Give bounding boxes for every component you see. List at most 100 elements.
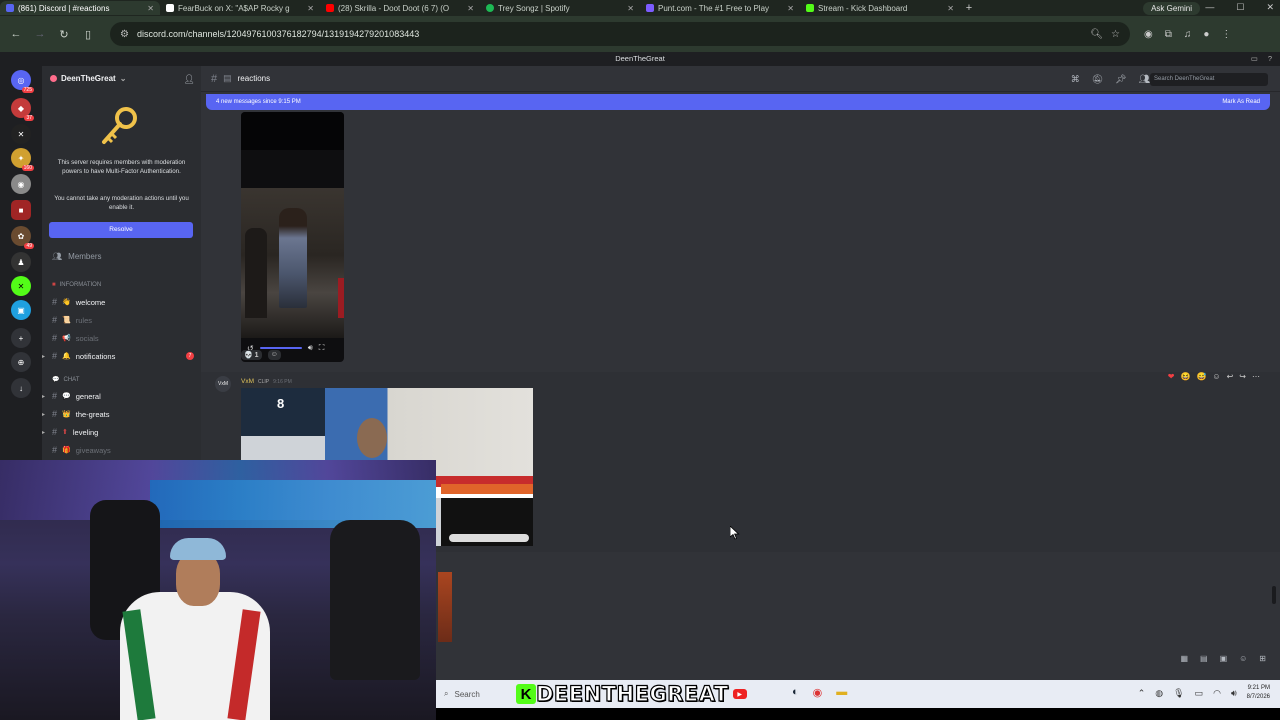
clock[interactable]: 9:21 PM 8/7/2026: [1247, 684, 1270, 702]
author-name[interactable]: VxM: [241, 378, 254, 385]
reply-icon[interactable]: ↩: [1227, 372, 1234, 381]
add-server-icon[interactable]: +: [11, 328, 31, 348]
resolve-button[interactable]: Resolve: [49, 222, 193, 238]
close-tab-icon[interactable]: ✕: [147, 4, 154, 13]
members-link[interactable]: 👥︎ Members: [52, 252, 102, 261]
sticker-icon[interactable]: ▣: [1220, 654, 1228, 663]
browser-tab-spotify[interactable]: Trey Songz | Spotify ✕: [480, 1, 640, 15]
bookmark-star-icon[interactable]: ☆: [1111, 29, 1120, 40]
chrome-icon[interactable]: ◉: [813, 686, 823, 699]
display-icon[interactable]: ▭: [1195, 688, 1204, 699]
apps-icon[interactable]: ⊞: [1259, 654, 1266, 663]
profile-icon[interactable]: ●: [1203, 29, 1209, 40]
clock-date: 8/7/2026: [1246, 694, 1270, 700]
browser-tab-x[interactable]: FearBuck on X: "A$AP Rocky g ✕: [160, 1, 320, 15]
category-information[interactable]: ■ INFORMATION: [52, 282, 101, 288]
category-chat[interactable]: 💬 CHAT: [52, 376, 79, 384]
video-attachment[interactable]: ↺ 🔊︎ ⛶: [241, 112, 344, 362]
close-tab-icon[interactable]: ✕: [627, 4, 634, 13]
split-view-icon[interactable]: ▯: [76, 28, 100, 41]
notification-settings-icon[interactable]: 🔕︎: [1092, 74, 1103, 85]
gift-icon[interactable]: ▦: [1180, 654, 1188, 663]
menu-icon[interactable]: ⋮: [1221, 29, 1231, 40]
heart-reaction-icon[interactable]: ❤: [1168, 372, 1175, 381]
channel-general[interactable]: ▸ # 💬 general: [42, 389, 194, 403]
inbox-icon[interactable]: ▭: [1251, 52, 1258, 66]
microphone-icon[interactable]: 🎙︎: [1173, 688, 1184, 699]
close-tab-icon[interactable]: ✕: [467, 4, 474, 13]
add-reaction-icon[interactable]: ☺: [1212, 372, 1220, 381]
close-tab-icon[interactable]: ✕: [787, 4, 794, 13]
emoji-icon[interactable]: ☺: [1239, 654, 1247, 663]
chevron-up-icon[interactable]: ⌃: [1138, 688, 1146, 699]
minimize-icon[interactable]: —: [1205, 2, 1214, 13]
threads-icon[interactable]: ⌘: [1071, 74, 1080, 85]
fullscreen-icon[interactable]: ⛶: [319, 343, 325, 353]
mark-as-read-button[interactable]: Mark As Read: [1222, 94, 1260, 110]
server-header[interactable]: DeenTheGreat ⌄: [50, 74, 126, 83]
site-info-icon[interactable]: ⚙: [120, 29, 129, 40]
server-icon[interactable]: ■: [11, 200, 31, 220]
help-icon[interactable]: ?: [1268, 52, 1272, 66]
pinned-messages-icon[interactable]: 📌︎: [1115, 74, 1126, 85]
progress-bar[interactable]: [259, 347, 302, 349]
address-bar[interactable]: ⚙ discord.com/channels/12049761003761827…: [110, 22, 1130, 46]
server-icon[interactable]: ◉: [11, 174, 31, 194]
forward-icon[interactable]: →: [28, 28, 52, 40]
channel-rules[interactable]: # 📜 rules: [52, 313, 194, 327]
browser-tab-kick[interactable]: Stream - Kick Dashboard ✕: [800, 1, 960, 15]
new-messages-banner[interactable]: 4 new messages since 9:15 PM Mark As Rea…: [206, 94, 1270, 110]
smile-reaction-icon[interactable]: 😅: [1196, 372, 1206, 381]
server-icon[interactable]: ✕: [11, 124, 31, 144]
download-icon[interactable]: ↓: [11, 378, 31, 398]
wifi-icon[interactable]: ◠: [1213, 688, 1221, 699]
zoom-icon[interactable]: 🔍︎: [1090, 29, 1103, 40]
server-icon[interactable]: ✦ 160: [11, 148, 34, 171]
server-icon[interactable]: ◆ 37: [11, 98, 34, 121]
laugh-reaction-icon[interactable]: 😆: [1180, 372, 1190, 381]
browser-tab-discord[interactable]: (861) Discord | #reactions ✕: [0, 1, 160, 15]
channel-leveling[interactable]: ▸ # ⬆ leveling: [42, 425, 194, 439]
extensions-puzzle-icon[interactable]: ⧉: [1165, 29, 1172, 40]
browser-tab-punt[interactable]: Punt.com - The #1 Free to Play ✕: [640, 1, 800, 15]
add-reaction-icon[interactable]: ☺: [267, 350, 281, 360]
volume-icon[interactable]: 🔊︎: [308, 343, 313, 353]
maximize-icon[interactable]: ☐: [1236, 2, 1244, 13]
skull-reaction[interactable]: 💀 1: [241, 350, 262, 360]
ask-gemini-button[interactable]: Ask Gemini: [1143, 1, 1200, 15]
reload-icon[interactable]: ↻: [52, 28, 76, 41]
server-icon[interactable]: ✕: [11, 276, 31, 296]
steam-icon[interactable]: ◐: [792, 686, 799, 699]
close-window-icon[interactable]: ✕: [1266, 2, 1274, 13]
direct-messages-icon[interactable]: ◎ 725: [11, 70, 34, 93]
close-tab-icon[interactable]: ✕: [947, 4, 954, 13]
channel-notifications[interactable]: ▸ # 🔔 notifications 7: [42, 349, 194, 363]
server-icon[interactable]: ♟: [11, 252, 31, 272]
volume-icon[interactable]: 🔊︎: [1231, 688, 1237, 699]
scrollbar[interactable]: [1272, 586, 1276, 604]
server-icon[interactable]: ▣: [11, 300, 31, 320]
close-tab-icon[interactable]: ✕: [307, 4, 314, 13]
member-list-icon[interactable]: 👥︎: [1139, 74, 1150, 85]
channel-socials[interactable]: # 📢 socials: [52, 331, 194, 345]
explore-icon[interactable]: ⊕: [11, 352, 31, 372]
channel-welcome[interactable]: # 👋 welcome: [52, 295, 194, 309]
new-tab-button[interactable]: +: [960, 2, 978, 14]
file-explorer-icon[interactable]: ▬: [836, 686, 847, 699]
avatar[interactable]: VxM: [215, 376, 231, 392]
back-icon[interactable]: ←: [4, 28, 28, 40]
invite-people-icon[interactable]: 👤︎: [184, 74, 195, 85]
network-icon[interactable]: ◍: [1155, 688, 1163, 699]
server-icon[interactable]: ✿ 49: [11, 226, 34, 249]
browser-tab-youtube[interactable]: (28) Skrilla - Doot Doot (6 7) (O ✕: [320, 1, 480, 15]
forward-message-icon[interactable]: ↪: [1239, 372, 1246, 381]
gif-icon[interactable]: ▤: [1200, 654, 1208, 663]
media-controls-icon[interactable]: ♫: [1184, 29, 1192, 40]
channel-giveaways[interactable]: # 🎁 giveaways: [52, 443, 194, 457]
extension-icon[interactable]: ◉: [1144, 29, 1153, 40]
more-options-icon[interactable]: ⋯: [1252, 372, 1260, 381]
taskbar-search[interactable]: ⌕ Search: [444, 689, 514, 699]
search-input[interactable]: Search DeenTheGreat: [1150, 73, 1268, 86]
channel-the-greats[interactable]: ▸ # 👑 the-greats: [42, 407, 194, 421]
taskbar-apps: ◐ ◉ ▬: [792, 686, 847, 699]
